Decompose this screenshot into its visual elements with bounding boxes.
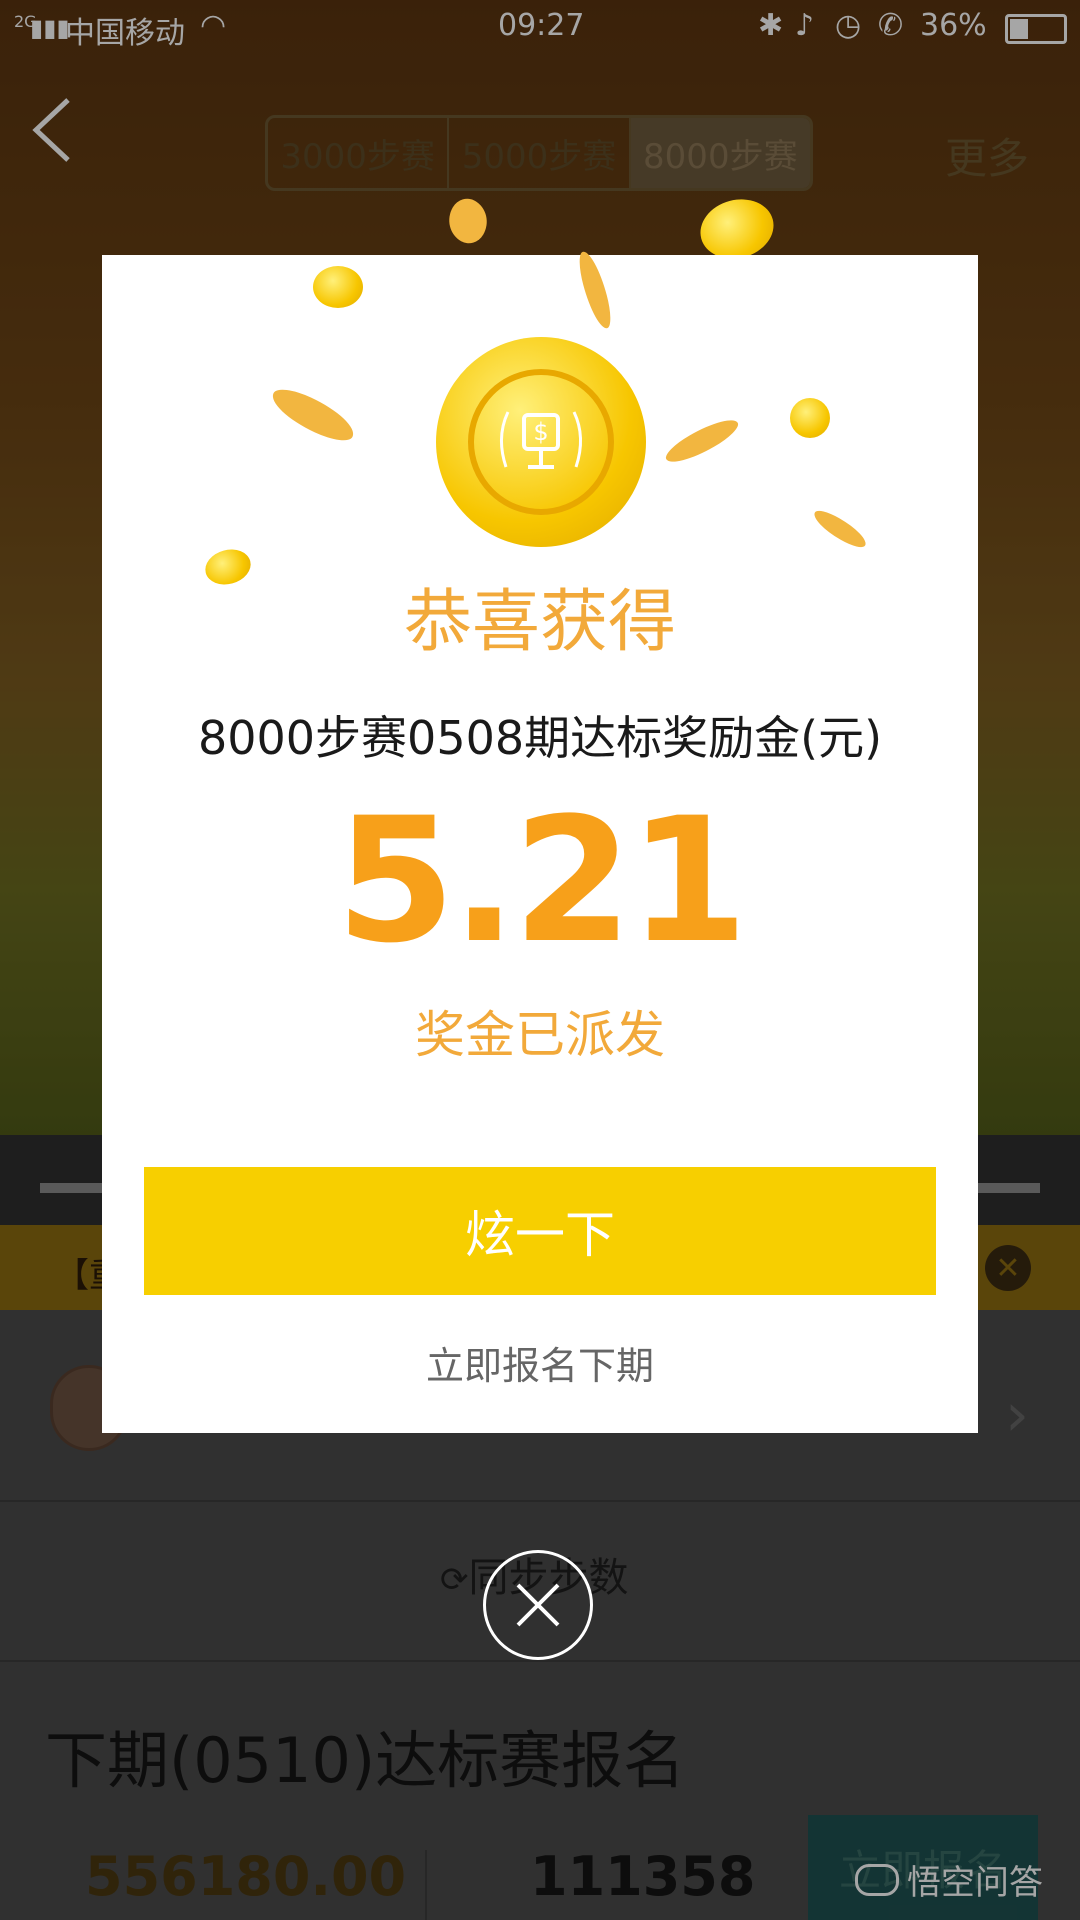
modal-title: 恭喜获得 bbox=[403, 583, 676, 662]
reward-amount: 5.21 bbox=[335, 780, 748, 981]
svg-text:$: $ bbox=[533, 418, 548, 446]
coin-icon bbox=[790, 398, 830, 438]
share-button[interactable]: 炫一下 bbox=[144, 1167, 936, 1295]
paid-status: 奖金已派发 bbox=[415, 1006, 665, 1064]
signup-next-link[interactable]: 立即报名下期 bbox=[0, 1335, 1080, 1390]
trophy-coin-icon: $ bbox=[436, 337, 646, 547]
reward-description: 8000步赛0508期达标奖励金(元) bbox=[197, 711, 883, 765]
coin-icon bbox=[313, 266, 363, 308]
modal-close-icon[interactable] bbox=[483, 1550, 593, 1660]
